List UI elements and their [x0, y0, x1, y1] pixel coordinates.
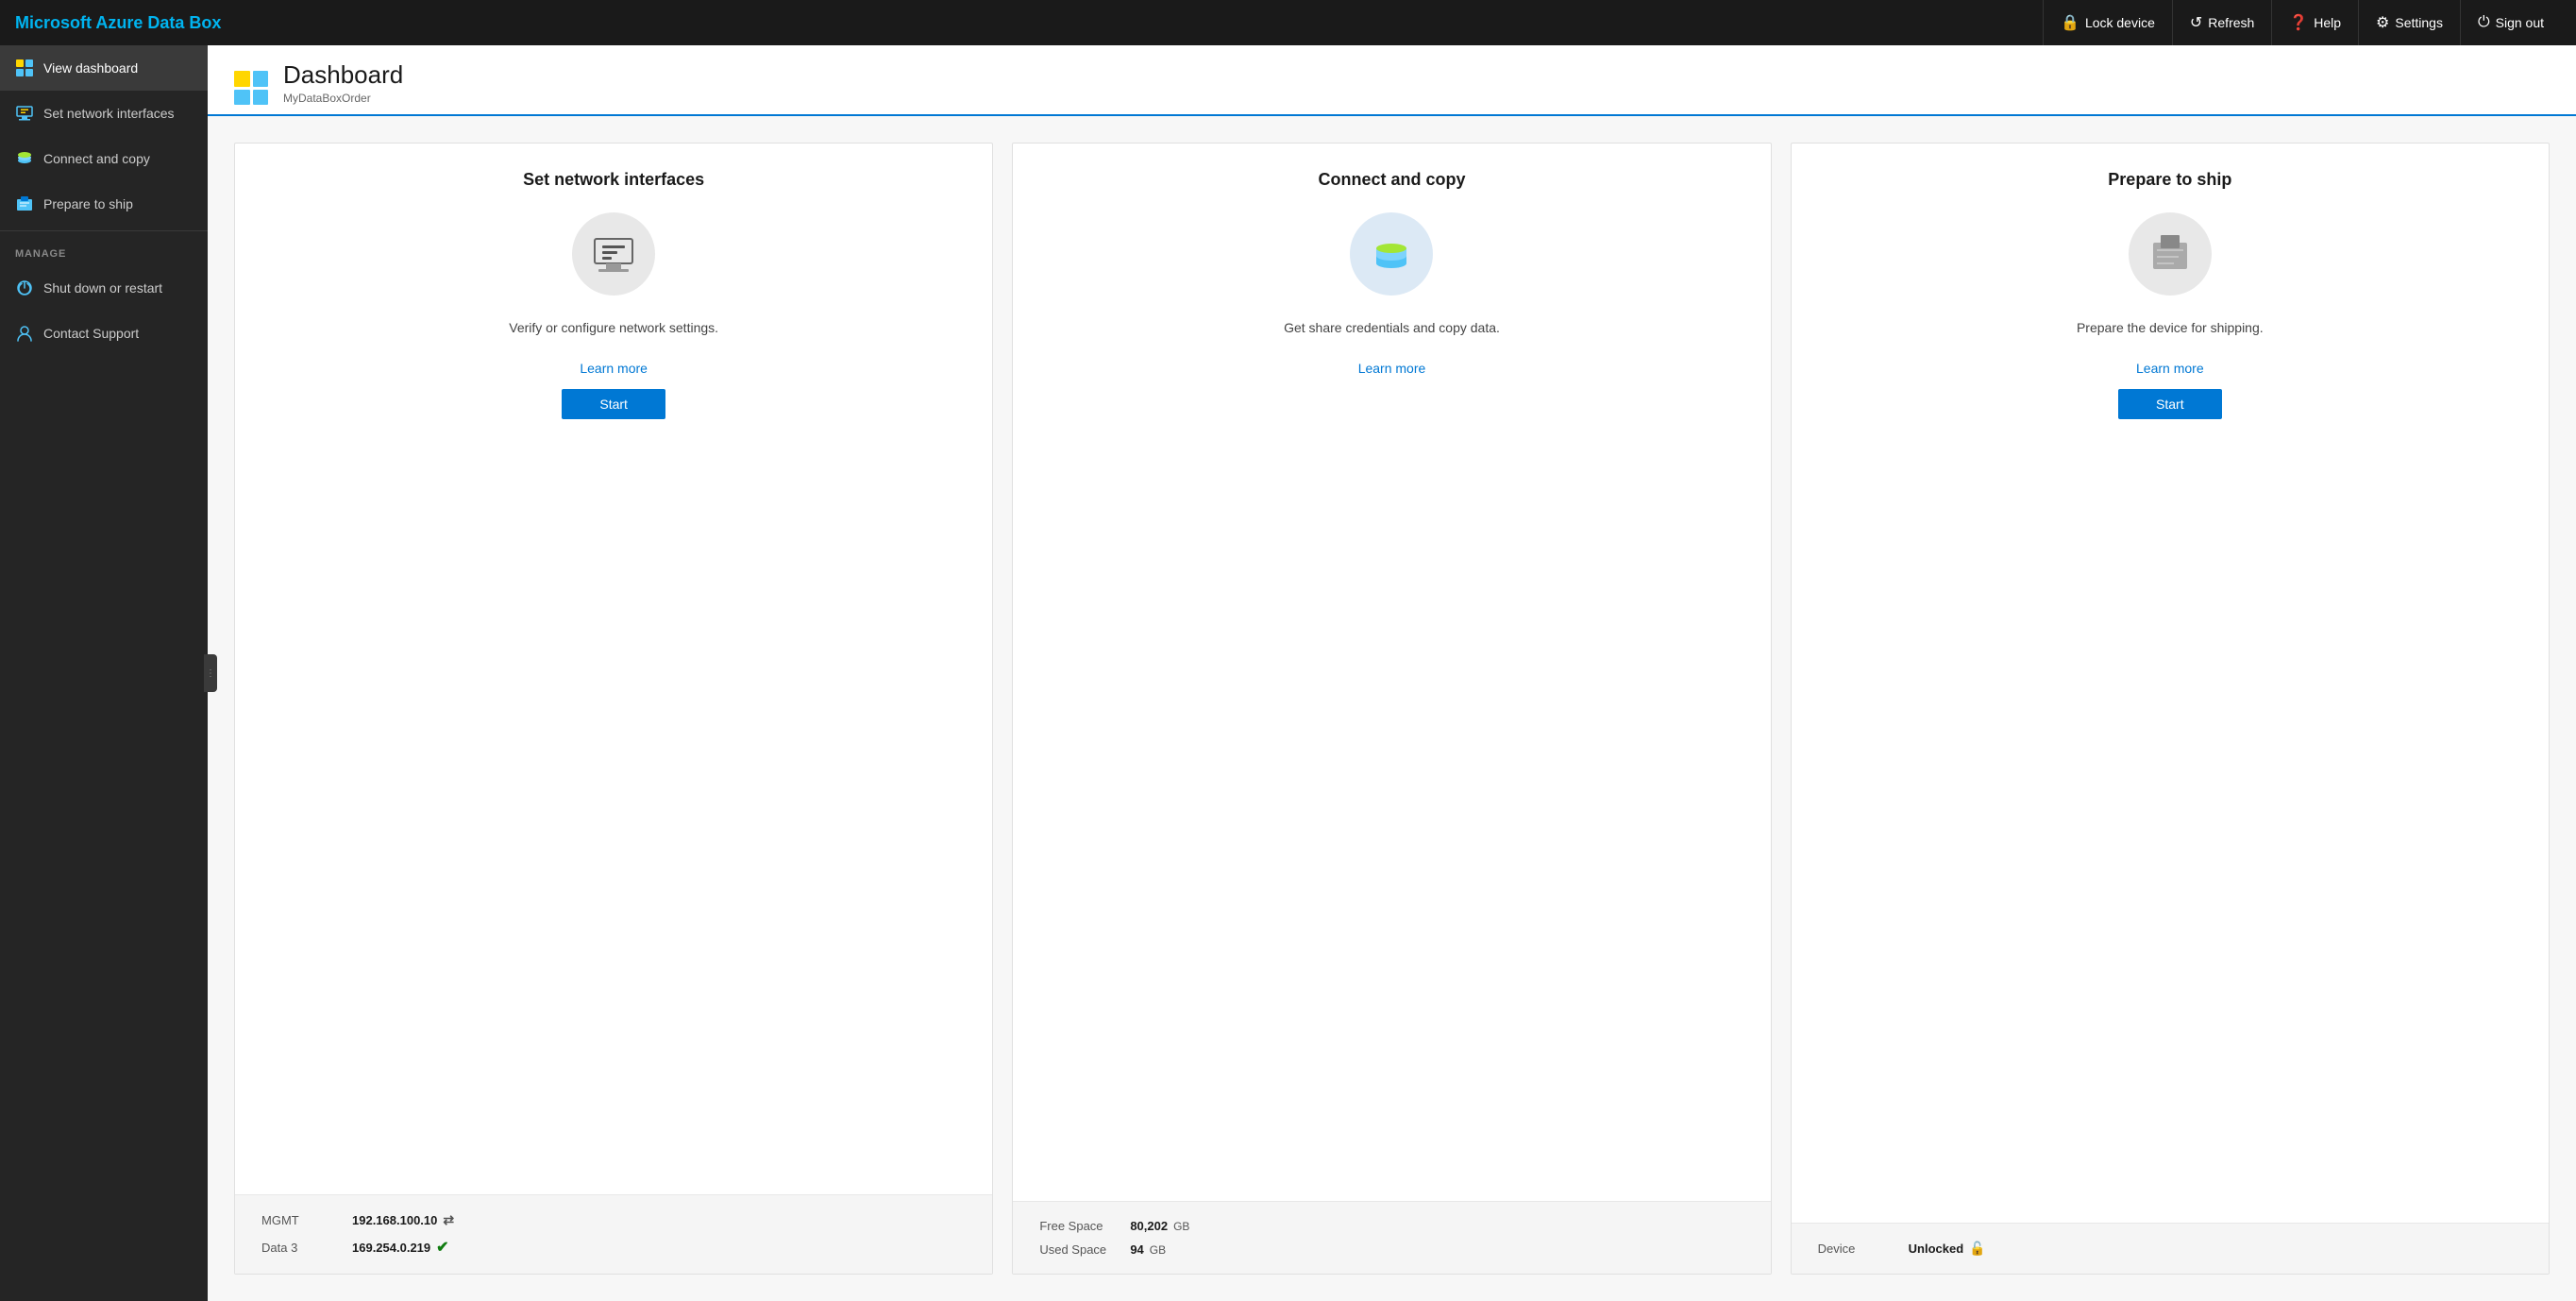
settings-button[interactable]: ⚙ Settings	[2358, 0, 2460, 45]
page-title: Dashboard	[283, 60, 403, 90]
usedspace-val: 94	[1130, 1242, 1143, 1257]
refresh-label: Refresh	[2208, 15, 2254, 30]
sign-out-label: Sign out	[2496, 15, 2544, 30]
learn-more-prepare[interactable]: Learn more	[2136, 361, 2204, 376]
card-desc-prepare: Prepare the device for shipping.	[2077, 318, 2264, 338]
sidebar-item-label: View dashboard	[43, 60, 138, 76]
settings-label: Settings	[2395, 15, 2443, 30]
card-bottom-network: MGMT 192.168.100.10 ⇄ Data 3 169.254.0.2…	[235, 1194, 992, 1274]
card-desc-network: Verify or configure network settings.	[509, 318, 718, 338]
card-desc-connect: Get share credentials and copy data.	[1284, 318, 1500, 338]
sidebar-item-label: Set network interfaces	[43, 106, 175, 121]
connect-copy-icon	[15, 149, 34, 168]
card-icon-prepare	[2129, 212, 2212, 296]
info-value-data3: 169.254.0.219 ✔	[352, 1238, 449, 1257]
mgmt-ip: 192.168.100.10	[352, 1213, 437, 1227]
main-layout: View dashboard Set network interfaces	[0, 45, 2576, 1301]
card-title-prepare: Prepare to ship	[2108, 170, 2231, 190]
card-bottom-connect: Free Space 80,202 GB Used Space 94 GB	[1013, 1201, 1770, 1274]
help-button[interactable]: ❓ Help	[2271, 0, 2358, 45]
page-header-icon	[234, 71, 268, 105]
card-info-row-data3: Data 3 169.254.0.219 ✔	[261, 1238, 966, 1257]
sidebar-divider	[0, 230, 208, 231]
card-set-network-interfaces: Set network interfaces Verify or configu…	[234, 143, 993, 1275]
card-info-row-mgmt: MGMT 192.168.100.10 ⇄	[261, 1212, 966, 1228]
info-value-freespace: 80,202 GB	[1130, 1219, 1189, 1233]
card-bottom-prepare: Device Unlocked 🔓	[1792, 1223, 2549, 1274]
card-info-row-usedspace: Used Space 94 GB	[1039, 1242, 1743, 1257]
refresh-button[interactable]: ↺ Refresh	[2172, 0, 2271, 45]
topnav-actions: 🔒 Lock device ↺ Refresh ❓ Help ⚙ Setting…	[2043, 0, 2561, 45]
card-info-row-device: Device Unlocked 🔓	[1818, 1241, 2522, 1257]
info-label-device: Device	[1818, 1242, 1894, 1256]
usedspace-unit: GB	[1150, 1243, 1166, 1257]
learn-more-network[interactable]: Learn more	[580, 361, 648, 376]
ok-icon: ✔	[436, 1238, 448, 1257]
card-icon-network	[572, 212, 655, 296]
info-label-mgmt: MGMT	[261, 1213, 337, 1227]
lock-device-label: Lock device	[2085, 15, 2155, 30]
sign-out-button[interactable]: ⏻ Sign out	[2460, 0, 2561, 45]
device-status: Unlocked	[1909, 1242, 1964, 1256]
info-label-data3: Data 3	[261, 1241, 337, 1255]
card-title-network: Set network interfaces	[523, 170, 704, 190]
page-header: Dashboard MyDataBoxOrder	[208, 45, 2576, 116]
card-info-row-freespace: Free Space 80,202 GB	[1039, 1219, 1743, 1233]
lock-icon: 🔒	[2061, 13, 2079, 32]
info-value-mgmt: 192.168.100.10 ⇄	[352, 1212, 454, 1228]
help-icon: ❓	[2289, 13, 2308, 32]
refresh-icon: ↺	[2190, 13, 2202, 32]
sidebar-item-connect-and-copy[interactable]: Connect and copy	[0, 136, 208, 181]
info-value-usedspace: 94 GB	[1130, 1242, 1166, 1257]
card-icon-connect	[1350, 212, 1433, 296]
sidebar-collapse-handle[interactable]: ⋮	[204, 654, 217, 692]
unlock-icon: 🔓	[1969, 1241, 1985, 1257]
learn-more-connect[interactable]: Learn more	[1358, 361, 1426, 376]
sidebar: View dashboard Set network interfaces	[0, 45, 208, 1301]
sidebar-item-label: Contact Support	[43, 326, 139, 341]
shutdown-icon	[15, 279, 34, 297]
page-subtitle: MyDataBoxOrder	[283, 92, 403, 105]
info-label-freespace: Free Space	[1039, 1219, 1115, 1233]
network-icon	[15, 104, 34, 123]
settings-icon: ⚙	[2376, 13, 2389, 32]
support-icon	[15, 324, 34, 343]
card-title-connect: Connect and copy	[1318, 170, 1465, 190]
sidebar-item-shut-down-or-restart[interactable]: Shut down or restart	[0, 265, 208, 311]
sidebar-item-contact-support[interactable]: Contact Support	[0, 311, 208, 356]
start-button-prepare[interactable]: Start	[2118, 389, 2222, 419]
sign-out-icon: ⏻	[2478, 14, 2490, 31]
sidebar-item-view-dashboard[interactable]: View dashboard	[0, 45, 208, 91]
info-value-device: Unlocked 🔓	[1909, 1241, 1986, 1257]
sidebar-item-label: Shut down or restart	[43, 280, 162, 296]
start-button-network[interactable]: Start	[562, 389, 665, 419]
card-top-prepare: Prepare to ship Prepare the device for s…	[1792, 144, 2549, 1223]
dashboard-icon	[15, 59, 34, 77]
freespace-unit: GB	[1173, 1220, 1189, 1233]
card-prepare-to-ship: Prepare to ship Prepare the device for s…	[1791, 143, 2550, 1275]
card-connect-and-copy: Connect and copy Get share credentials a…	[1012, 143, 1771, 1275]
freespace-val: 80,202	[1130, 1219, 1168, 1233]
manage-section-header: MANAGE	[0, 235, 208, 265]
sidebar-item-set-network-interfaces[interactable]: Set network interfaces	[0, 91, 208, 136]
prepare-ship-icon	[15, 194, 34, 213]
app-title: Microsoft Azure Data Box	[15, 13, 221, 33]
card-top-network: Set network interfaces Verify or configu…	[235, 144, 992, 1194]
cards-area: Set network interfaces Verify or configu…	[208, 116, 2576, 1301]
sidebar-item-label: Connect and copy	[43, 151, 150, 166]
card-top-connect: Connect and copy Get share credentials a…	[1013, 144, 1770, 1201]
help-label: Help	[2314, 15, 2341, 30]
top-navigation: Microsoft Azure Data Box 🔒 Lock device ↺…	[0, 0, 2576, 45]
lock-device-button[interactable]: 🔒 Lock device	[2043, 0, 2172, 45]
page-header-text: Dashboard MyDataBoxOrder	[283, 60, 403, 114]
sidebar-item-label: Prepare to ship	[43, 196, 133, 211]
info-label-usedspace: Used Space	[1039, 1242, 1115, 1257]
link-icon: ⇄	[443, 1212, 454, 1228]
main-content: Dashboard MyDataBoxOrder Set network int…	[208, 45, 2576, 1301]
data3-ip: 169.254.0.219	[352, 1241, 430, 1255]
sidebar-item-prepare-to-ship[interactable]: Prepare to ship	[0, 181, 208, 227]
